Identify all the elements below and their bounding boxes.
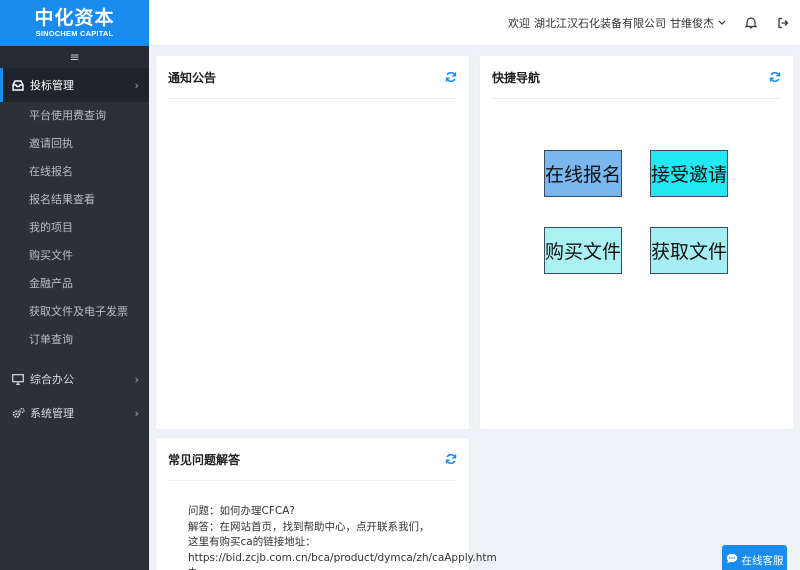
logo-cn: 中化资本	[34, 7, 115, 29]
quick-buy-docs-button[interactable]: 购买文件	[544, 227, 622, 274]
quick-nav-title: 快捷导航	[492, 70, 541, 85]
quick-nav-panel: 快捷导航 在线报名 接受邀请 购买文件 获取文件	[480, 56, 793, 429]
sidebar-toggle-button[interactable]: ≡	[0, 46, 149, 68]
inbox-icon	[11, 79, 25, 91]
chat-icon	[726, 553, 738, 567]
sidebar-item-invite-receipt[interactable]: 邀请回执	[0, 130, 149, 158]
notice-panel: 通知公告	[156, 56, 469, 429]
online-service-button[interactable]: 在线客服	[722, 545, 787, 570]
user-menu[interactable]: 欢迎 湖北江汉石化装备有限公司 甘维俊杰	[508, 15, 726, 31]
faq-content: 问题：如何办理CFCA? 解答：在网站首页，找到帮助中心，点开联系我们，这里有购…	[156, 481, 497, 570]
submenu-bidding: 平台使用费查询 邀请回执 在线报名 报名结果查看 我的项目 购买文件 金融产品 …	[0, 102, 149, 354]
menu-system[interactable]: 系统管理 ›	[0, 396, 149, 430]
chevron-right-icon: ›	[134, 406, 139, 420]
sidebar-item-buy-docs[interactable]: 购买文件	[0, 242, 149, 270]
logo[interactable]: 中化资本 SINOCHEM CAPITAL	[0, 0, 149, 46]
notice-panel-header: 通知公告	[168, 56, 457, 99]
chevron-down-icon	[718, 16, 726, 29]
menu-office-label: 综合办公	[30, 373, 74, 386]
menu-office[interactable]: 综合办公 ›	[0, 362, 149, 396]
sidebar: 中化资本 SINOCHEM CAPITAL ≡ 投标管理 › 平台使用费查询 邀…	[0, 0, 149, 570]
gears-icon	[11, 407, 25, 419]
faq-panel-header: 常见问题解答	[168, 438, 457, 481]
sidebar-item-finance[interactable]: 金融产品	[0, 270, 149, 298]
logout-icon[interactable]	[776, 16, 790, 30]
quick-get-docs-button[interactable]: 获取文件	[650, 227, 728, 274]
faq-link[interactable]: https://bid.zcjb.com.cn/bca/product/dymc…	[188, 551, 497, 570]
sidebar-item-docs-invoice[interactable]: 获取文件及电子发票	[0, 298, 149, 326]
sidebar-item-online-signup[interactable]: 在线报名	[0, 158, 149, 186]
menu-system-label: 系统管理	[30, 407, 74, 420]
faq-panel-title: 常见问题解答	[168, 452, 241, 467]
menu-bidding-management[interactable]: 投标管理 ›	[0, 68, 149, 102]
sidebar-item-my-projects[interactable]: 我的项目	[0, 214, 149, 242]
monitor-icon	[11, 373, 25, 385]
chevron-right-icon: ›	[134, 78, 139, 92]
quick-accept-invite-button[interactable]: 接受邀请	[650, 150, 728, 197]
notice-panel-title: 通知公告	[168, 70, 217, 85]
user-name: 甘维俊杰	[670, 16, 714, 30]
logo-en: SINOCHEM CAPITAL	[35, 29, 114, 38]
bell-icon[interactable]	[744, 16, 758, 30]
top-header: 欢迎 湖北江汉石化装备有限公司 甘维俊杰	[149, 0, 800, 46]
quick-nav-header: 快捷导航	[492, 56, 781, 99]
chevron-right-icon: ›	[134, 372, 139, 386]
welcome-text: 欢迎	[508, 16, 530, 30]
menu-group-system: 系统管理 ›	[0, 396, 149, 430]
refresh-icon[interactable]	[445, 453, 457, 465]
refresh-icon[interactable]	[445, 71, 457, 83]
sidebar-item-signup-result[interactable]: 报名结果查看	[0, 186, 149, 214]
company-name: 湖北江汉石化装备有限公司	[534, 16, 666, 30]
menu-bidding-label: 投标管理	[30, 79, 74, 92]
quick-online-signup-button[interactable]: 在线报名	[544, 150, 622, 197]
online-service-label: 在线客服	[741, 554, 784, 567]
faq-panel: 常见问题解答 问题：如何办理CFCA? 解答：在网站首页，找到帮助中心，点开联系…	[156, 438, 497, 570]
sidebar-item-platform-fee[interactable]: 平台使用费查询	[0, 102, 149, 130]
faq-answer: 解答：在网站首页，找到帮助中心，点开联系我们，这里有购买ca的链接地址：	[188, 520, 430, 549]
menu-group-bidding: 投标管理 › 平台使用费查询 邀请回执 在线报名 报名结果查看 我的项目 购买文…	[0, 68, 149, 354]
menu-group-office: 综合办公 ›	[0, 362, 149, 396]
faq-question: 问题：如何办理CFCA?	[188, 505, 295, 517]
refresh-icon[interactable]	[769, 71, 781, 83]
sidebar-item-orders[interactable]: 订单查询	[0, 326, 149, 354]
